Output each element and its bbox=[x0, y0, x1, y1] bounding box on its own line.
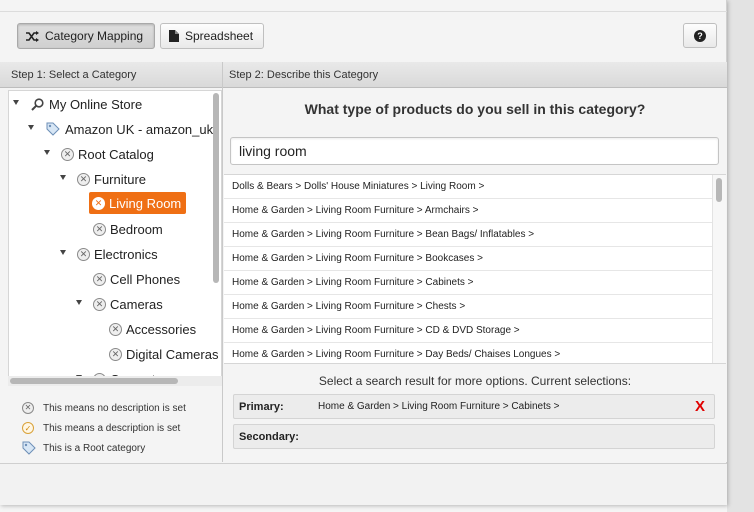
spreadsheet-button[interactable]: Spreadsheet bbox=[160, 23, 264, 49]
tree-item-label: Furniture bbox=[94, 171, 147, 187]
no-description-icon: ✕ bbox=[22, 402, 34, 414]
expand-toggle[interactable] bbox=[44, 150, 50, 155]
legend-text: This is a Root category bbox=[43, 442, 146, 454]
legend-row: This is a Root category bbox=[22, 438, 186, 458]
tag-icon bbox=[46, 122, 60, 136]
footer bbox=[0, 463, 727, 505]
category-mapping-button[interactable]: Category Mapping bbox=[17, 23, 155, 49]
expand-toggle[interactable] bbox=[60, 250, 66, 255]
tree-item-label: Root Catalog bbox=[78, 146, 154, 162]
background-strip bbox=[727, 0, 754, 512]
tree-item-label: Bedroom bbox=[110, 221, 163, 237]
step1-header: Step 1: Select a Category bbox=[0, 62, 222, 88]
step2-header: Step 2: Describe this Category bbox=[223, 62, 727, 88]
selection-note: Select a search result for more options.… bbox=[318, 374, 632, 388]
tree-item-cameras[interactable]: ✕ Cameras bbox=[93, 293, 163, 315]
tree-item-channel[interactable]: Amazon UK - amazon_uk bbox=[46, 118, 213, 140]
search-result-item[interactable]: Dolls & Bears > Dolls' House Miniatures … bbox=[224, 175, 726, 199]
no-description-icon: ✕ bbox=[93, 272, 106, 286]
tree-item-bedroom[interactable]: ✕ Bedroom bbox=[93, 218, 163, 240]
search-result-item[interactable]: Home & Garden > Living Room Furniture > … bbox=[224, 199, 726, 223]
tree-vertical-scrollbar[interactable] bbox=[213, 93, 219, 283]
tree-item-electronics[interactable]: ✕ Electronics bbox=[77, 243, 158, 265]
search-result-item[interactable]: Home & Garden > Living Room Furniture > … bbox=[224, 271, 726, 295]
expand-toggle[interactable] bbox=[60, 175, 66, 180]
legend-row: ✕ This means no description is set bbox=[22, 398, 186, 418]
no-description-icon: ✕ bbox=[77, 172, 90, 186]
legend-text: This means no description is set bbox=[43, 402, 186, 414]
spreadsheet-label: Spreadsheet bbox=[185, 29, 254, 43]
tree-item-accessories[interactable]: ✕ Accessories bbox=[109, 318, 196, 340]
expand-toggle[interactable] bbox=[76, 300, 82, 305]
tree-item-label: Digital Cameras bbox=[126, 346, 219, 362]
tree-item-label: My Online Store bbox=[49, 96, 143, 112]
results-scrollbar[interactable] bbox=[716, 178, 722, 202]
tree-item-digital-cameras[interactable]: ✕ Digital Cameras bbox=[109, 343, 218, 365]
category-tree-column: My Online Store Amazon UK - amazon_uk ✕ … bbox=[0, 88, 222, 462]
search-results-list: Dolls & Bears > Dolls' House Miniatures … bbox=[224, 174, 726, 364]
primary-selection: Primary: Home & Garden > Living Room Fur… bbox=[233, 394, 715, 419]
secondary-label: Secondary: bbox=[239, 430, 299, 443]
primary-label: Primary: bbox=[239, 400, 284, 413]
tree-horizontal-scrollbar-track bbox=[8, 376, 222, 386]
describe-category-column: What type of products do you sell in thi… bbox=[223, 88, 727, 462]
help-button[interactable]: ? bbox=[683, 23, 717, 48]
secondary-selection: Secondary: bbox=[233, 424, 715, 449]
category-mapping-panel: Category Mapping Spreadsheet ? Step 1: S… bbox=[0, 0, 727, 505]
tree-item-label: Electronics bbox=[94, 246, 158, 262]
primary-value: Home & Garden > Living Room Furniture > … bbox=[318, 401, 560, 412]
toolbar: Category Mapping Spreadsheet bbox=[0, 12, 727, 62]
no-description-icon: ✕ bbox=[93, 297, 106, 311]
search-result-item[interactable]: Home & Garden > Living Room Furniture > … bbox=[224, 343, 726, 363]
no-description-icon: ✕ bbox=[109, 347, 122, 361]
no-description-icon: ✕ bbox=[92, 196, 105, 210]
tree-item-label: Accessories bbox=[126, 321, 197, 337]
tree-item-furniture[interactable]: ✕ Furniture bbox=[77, 168, 146, 190]
search-result-item[interactable]: Home & Garden > Living Room Furniture > … bbox=[224, 319, 726, 343]
legend: ✕ This means no description is set ✓ Thi… bbox=[22, 398, 186, 458]
search-result-item[interactable]: Home & Garden > Living Room Furniture > … bbox=[224, 223, 726, 247]
shuffle-icon bbox=[26, 30, 39, 42]
tree-item-label: Amazon UK - amazon_uk bbox=[65, 121, 214, 137]
legend-text: This means a description is set bbox=[43, 422, 181, 434]
category-mapping-label: Category Mapping bbox=[45, 29, 144, 43]
expand-toggle[interactable] bbox=[13, 100, 19, 105]
legend-row: ✓ This means a description is set bbox=[22, 418, 186, 438]
tree-item-label: Cell Phones bbox=[110, 271, 181, 287]
search-icon bbox=[31, 97, 44, 111]
no-description-icon: ✕ bbox=[77, 247, 90, 261]
category-tree: My Online Store Amazon UK - amazon_uk ✕ … bbox=[8, 90, 222, 380]
tree-item-cell-phones[interactable]: ✕ Cell Phones bbox=[93, 268, 180, 290]
no-description-icon: ✕ bbox=[93, 222, 106, 236]
tree-horizontal-scrollbar[interactable] bbox=[10, 378, 178, 384]
tree-item-label: Living Room bbox=[109, 195, 182, 211]
help-icon: ? bbox=[694, 29, 706, 42]
no-description-icon: ✕ bbox=[61, 147, 74, 161]
no-description-icon: ✕ bbox=[109, 322, 122, 336]
document-icon bbox=[169, 30, 179, 42]
tag-icon bbox=[22, 441, 36, 455]
results-scrollbar-track bbox=[712, 175, 726, 363]
tree-item-store[interactable]: My Online Store bbox=[31, 93, 142, 115]
remove-primary-icon[interactable]: X bbox=[695, 398, 705, 415]
search-result-item[interactable]: Home & Garden > Living Room Furniture > … bbox=[224, 295, 726, 319]
search-input[interactable] bbox=[230, 137, 719, 165]
tree-item-living-room[interactable]: ✕ Living Room bbox=[89, 192, 187, 214]
question-heading: What type of products do you sell in thi… bbox=[304, 101, 646, 117]
tree-item-root-catalog[interactable]: ✕ Root Catalog bbox=[61, 143, 154, 165]
tree-item-label: Cameras bbox=[110, 296, 163, 312]
expand-toggle[interactable] bbox=[28, 125, 34, 130]
description-set-icon: ✓ bbox=[22, 422, 34, 434]
search-result-item[interactable]: Home & Garden > Living Room Furniture > … bbox=[224, 247, 726, 271]
